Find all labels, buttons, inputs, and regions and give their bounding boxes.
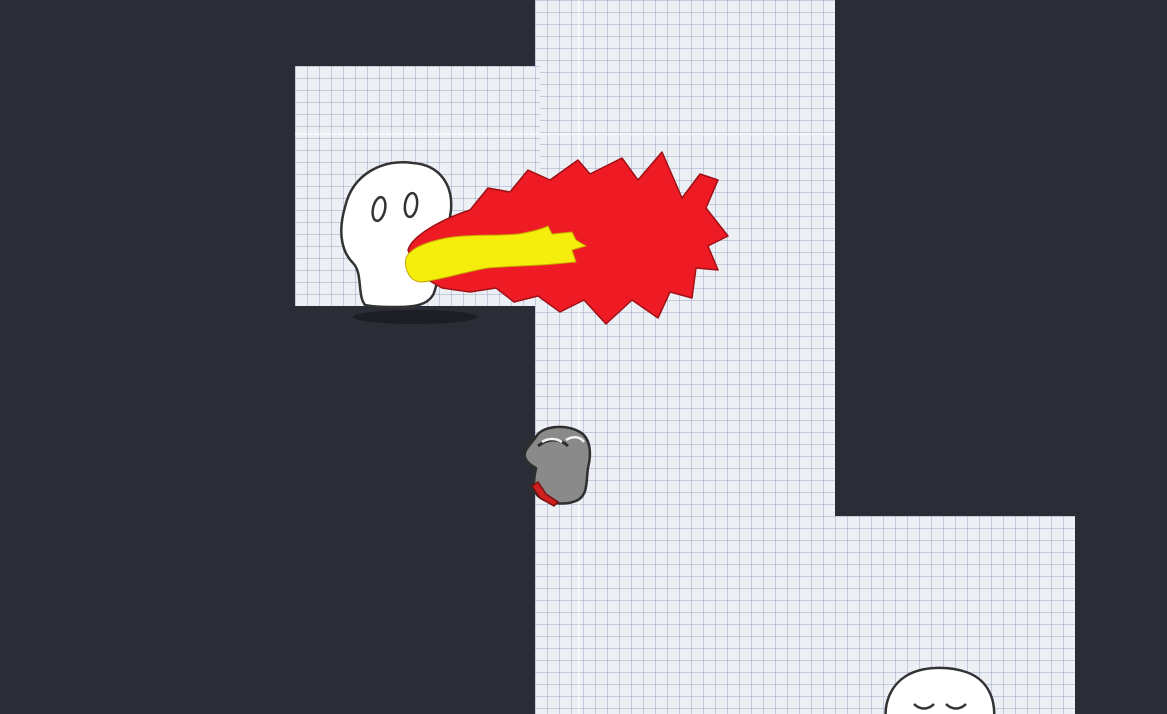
game-viewport[interactable] bbox=[0, 0, 1167, 714]
fire-breath bbox=[400, 150, 735, 330]
sleeping-ghost[interactable] bbox=[880, 664, 1000, 714]
sleeping-ghost-icon bbox=[884, 666, 996, 714]
player-character[interactable] bbox=[518, 424, 594, 510]
penguin-player-icon bbox=[523, 425, 592, 507]
tile-seam bbox=[578, 0, 580, 714]
tile-seam bbox=[295, 133, 835, 135]
fire-icon bbox=[405, 151, 729, 325]
